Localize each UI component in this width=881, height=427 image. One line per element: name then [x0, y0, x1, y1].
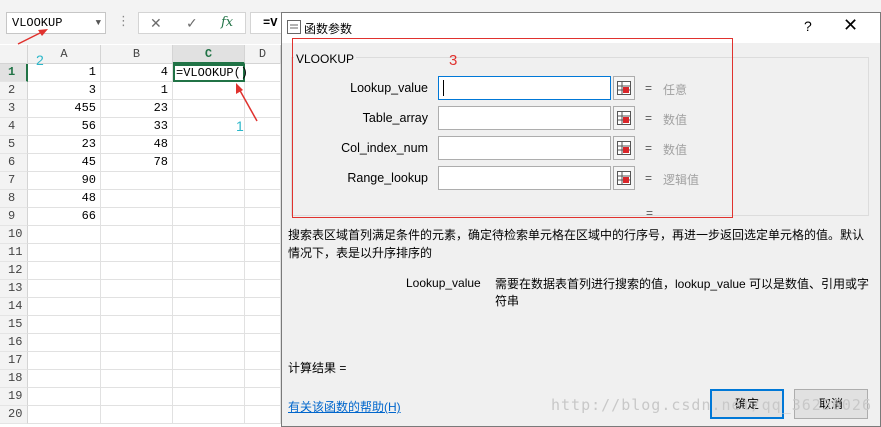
annotation-label-2: 2 [36, 52, 44, 68]
function-description: 搜索表区域首列满足条件的元素，确定待检索单元格在区域中的行序号，再进一步返回选定… [288, 228, 865, 260]
watermark: http://blog.csdn.net/qq_36236026 [551, 396, 872, 414]
annotation-arrowhead-1 [236, 83, 243, 94]
annotation-highlight-box [292, 38, 733, 218]
dialog-title: 函数参数 [304, 22, 353, 36]
help-button[interactable]: ? [804, 18, 812, 34]
calculation-result: 计算结果 = [288, 361, 347, 375]
current-argument-name: Lookup_value [406, 276, 481, 290]
close-icon[interactable]: ✕ [843, 15, 858, 36]
annotation-arrow-1 [237, 86, 258, 122]
dialog-app-icon [287, 20, 301, 34]
annotation-label-1: 1 [236, 118, 244, 134]
function-help-link[interactable]: 有关该函数的帮助(H) [288, 398, 401, 415]
annotation-label-3: 3 [449, 52, 458, 69]
current-argument-description: 需要在数据表首列进行搜索的值，lookup_value 可以是数值、引用或字符串 [495, 277, 870, 308]
